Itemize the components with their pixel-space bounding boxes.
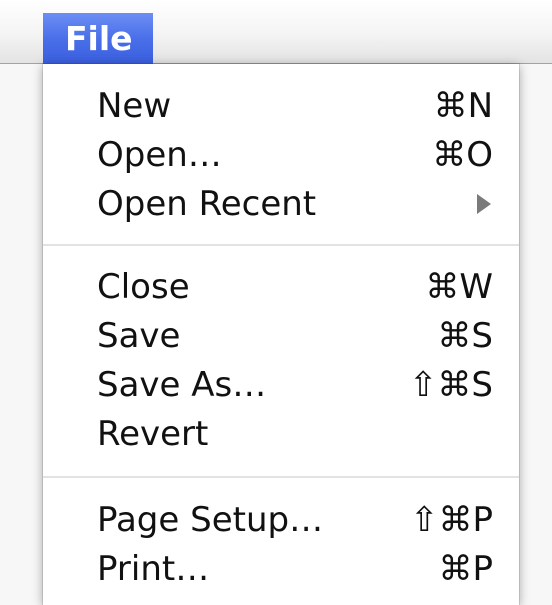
menu-item-label: Save — [97, 316, 181, 356]
menu-item-label: Revert — [97, 414, 209, 454]
menu-item-label: Save As… — [97, 365, 267, 405]
shortcut-label: ⇧⌘S — [408, 365, 493, 405]
menu-item-save[interactable]: Save ⌘S — [43, 312, 519, 361]
menu-item-label: Close — [97, 267, 190, 307]
menu-item-label: Page Setup… — [97, 500, 324, 540]
menu-item-print[interactable]: Print… ⌘P — [43, 545, 519, 594]
shortcut-label: ⌘W — [425, 267, 493, 307]
shortcut-label: ⇧⌘P — [410, 500, 493, 540]
menu-separator — [43, 476, 519, 478]
file-menu-title[interactable]: File — [43, 13, 153, 64]
menu-item-label: Print… — [97, 549, 210, 589]
menu-item-close[interactable]: Close ⌘W — [43, 263, 519, 312]
background-left — [0, 64, 43, 605]
shortcut-label: ⌘N — [433, 86, 493, 126]
file-menu-dropdown: New ⌘N Open… ⌘O Open Recent Close ⌘W Sav… — [43, 64, 519, 605]
menu-item-label: New — [97, 86, 172, 126]
submenu-arrow-icon — [477, 194, 491, 214]
menu-item-save-as[interactable]: Save As… ⇧⌘S — [43, 361, 519, 410]
shortcut-label: ⌘S — [437, 316, 493, 356]
menu-item-page-setup[interactable]: Page Setup… ⇧⌘P — [43, 496, 519, 545]
menu-item-open[interactable]: Open… ⌘O — [43, 131, 519, 180]
menu-item-open-recent[interactable]: Open Recent — [43, 180, 519, 229]
menu-item-label: Open Recent — [97, 184, 317, 224]
shortcut-label: ⌘O — [432, 135, 493, 175]
menu-item-label: Open… — [97, 135, 222, 175]
menu-separator — [43, 244, 519, 246]
shortcut-label: ⌘P — [438, 549, 493, 589]
menu-bar: File — [0, 0, 552, 64]
background-right — [519, 64, 552, 605]
menu-item-new[interactable]: New ⌘N — [43, 82, 519, 131]
menu-item-revert[interactable]: Revert — [43, 410, 519, 459]
